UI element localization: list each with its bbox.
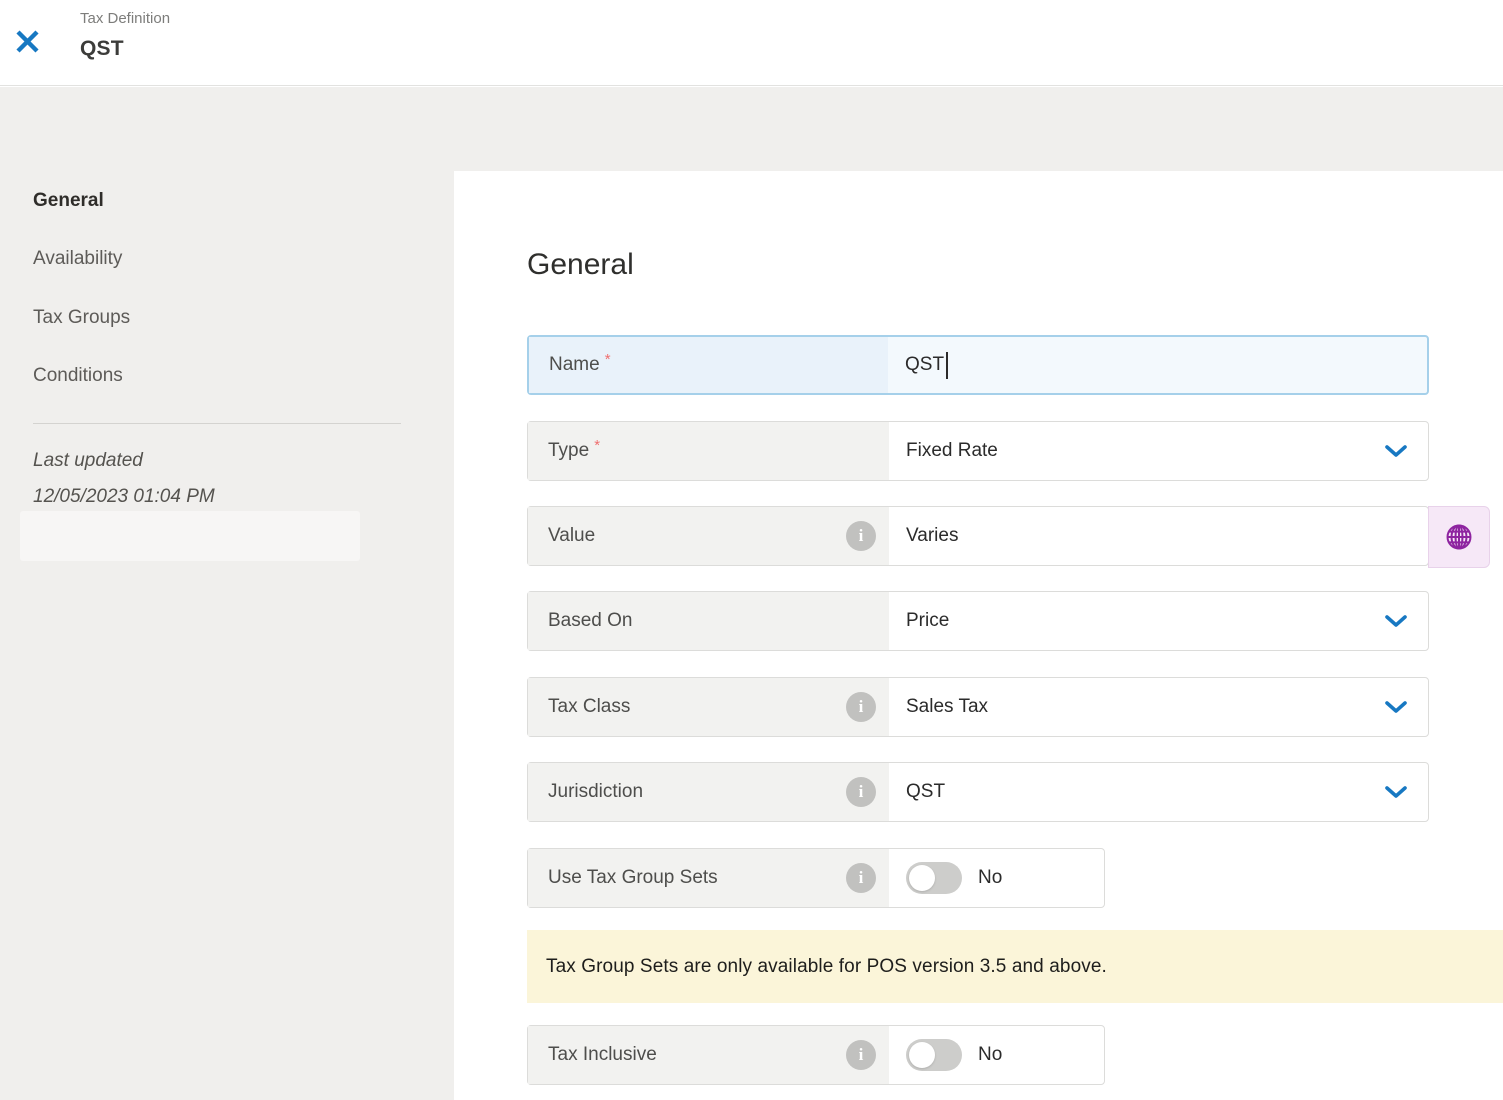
toggle-knob xyxy=(909,1042,935,1068)
chevron-down-icon xyxy=(1384,614,1408,628)
based-on-label: Based On xyxy=(528,592,889,650)
use-tax-group-sets-label: Use Tax Group Sets i xyxy=(528,849,889,907)
name-label: Name * xyxy=(529,337,888,393)
text-cursor xyxy=(946,352,948,379)
tax-inclusive-toggle[interactable] xyxy=(906,1039,962,1071)
field-row-value: Value i Varies xyxy=(527,506,1429,566)
use-tax-group-sets-toggle[interactable] xyxy=(906,862,962,894)
value-field-text: Varies xyxy=(906,525,958,547)
header-text: Tax Definition QST xyxy=(80,9,170,63)
based-on-dropdown[interactable]: Price xyxy=(889,592,1428,650)
use-tax-group-sets-label-text: Use Tax Group Sets xyxy=(548,867,718,889)
toggle-knob xyxy=(909,865,935,891)
use-tax-group-sets-control: No xyxy=(889,849,1104,907)
chevron-down-icon xyxy=(1384,785,1408,799)
sidebar-item-tax-groups[interactable]: Tax Groups xyxy=(33,306,130,329)
header-eyebrow: Tax Definition xyxy=(80,9,170,29)
based-on-label-text: Based On xyxy=(548,610,633,632)
chevron-down-icon xyxy=(1384,700,1408,714)
field-row-tax-inclusive: Tax Inclusive i No xyxy=(527,1025,1105,1085)
jurisdiction-label-text: Jurisdiction xyxy=(548,781,643,803)
name-label-text: Name xyxy=(549,354,600,376)
tax-class-dropdown[interactable]: Sales Tax xyxy=(889,678,1428,736)
tax-inclusive-label: Tax Inclusive i xyxy=(528,1026,889,1084)
jurisdiction-label: Jurisdiction i xyxy=(528,763,889,821)
name-input-value: QST xyxy=(905,354,944,376)
tax-group-sets-notice: Tax Group Sets are only available for PO… xyxy=(527,930,1503,1003)
sidebar-item-availability[interactable]: Availability xyxy=(33,247,122,270)
sidebar-item-general[interactable]: General xyxy=(33,189,104,212)
field-row-tax-class: Tax Class i Sales Tax xyxy=(527,677,1429,737)
page-header: Tax Definition QST xyxy=(0,0,1503,86)
value-label: Value i xyxy=(528,507,889,565)
type-label-text: Type xyxy=(548,440,589,462)
jurisdiction-dropdown-value: QST xyxy=(906,781,945,803)
section-heading: General xyxy=(527,245,634,285)
required-asterisk: * xyxy=(605,351,611,368)
close-button[interactable] xyxy=(11,25,43,57)
tax-class-label: Tax Class i xyxy=(528,678,889,736)
sidebar-item-conditions[interactable]: Conditions xyxy=(33,364,123,387)
field-row-based-on: Based On Price xyxy=(527,591,1429,651)
tax-inclusive-label-text: Tax Inclusive xyxy=(548,1044,657,1066)
field-row-type: Type * Fixed Rate xyxy=(527,421,1429,481)
main-panel: General Name * QST Type * Fix xyxy=(454,171,1503,1100)
tax-class-dropdown-value: Sales Tax xyxy=(906,696,988,718)
tax-definition-page: Tax Definition QST General Availability … xyxy=(0,0,1503,1100)
type-label: Type * xyxy=(528,422,889,480)
value-field[interactable]: Varies xyxy=(889,507,1428,565)
value-label-text: Value xyxy=(548,525,595,547)
sidebar-faded-block xyxy=(20,511,360,561)
tax-inclusive-state: No xyxy=(978,1044,1002,1066)
page-body: General Availability Tax Groups Conditio… xyxy=(0,87,1503,1100)
based-on-dropdown-value: Price xyxy=(906,610,949,632)
type-dropdown[interactable]: Fixed Rate xyxy=(889,422,1428,480)
tax-inclusive-control: No xyxy=(889,1026,1104,1084)
globe-button[interactable] xyxy=(1428,506,1490,568)
tax-class-label-text: Tax Class xyxy=(548,696,630,718)
info-icon[interactable]: i xyxy=(846,777,876,807)
info-icon[interactable]: i xyxy=(846,863,876,893)
type-dropdown-value: Fixed Rate xyxy=(906,440,998,462)
close-icon xyxy=(14,28,41,55)
info-icon[interactable]: i xyxy=(846,521,876,551)
page-title: QST xyxy=(80,35,170,63)
info-icon[interactable]: i xyxy=(846,692,876,722)
globe-icon xyxy=(1443,521,1475,553)
last-updated-label: Last updated xyxy=(33,449,143,473)
notice-text: Tax Group Sets are only available for PO… xyxy=(546,956,1107,978)
sidebar: General Availability Tax Groups Conditio… xyxy=(0,87,454,1100)
field-row-use-tax-group-sets: Use Tax Group Sets i No xyxy=(527,848,1105,908)
field-row-jurisdiction: Jurisdiction i QST xyxy=(527,762,1429,822)
info-icon[interactable]: i xyxy=(846,1040,876,1070)
required-asterisk: * xyxy=(594,437,600,454)
jurisdiction-dropdown[interactable]: QST xyxy=(889,763,1428,821)
sidebar-divider xyxy=(33,423,401,424)
name-input[interactable]: QST xyxy=(888,337,1427,393)
use-tax-group-sets-state: No xyxy=(978,867,1002,889)
last-updated-value: 12/05/2023 01:04 PM xyxy=(33,485,215,509)
chevron-down-icon xyxy=(1384,444,1408,458)
field-row-name: Name * QST xyxy=(527,335,1429,395)
